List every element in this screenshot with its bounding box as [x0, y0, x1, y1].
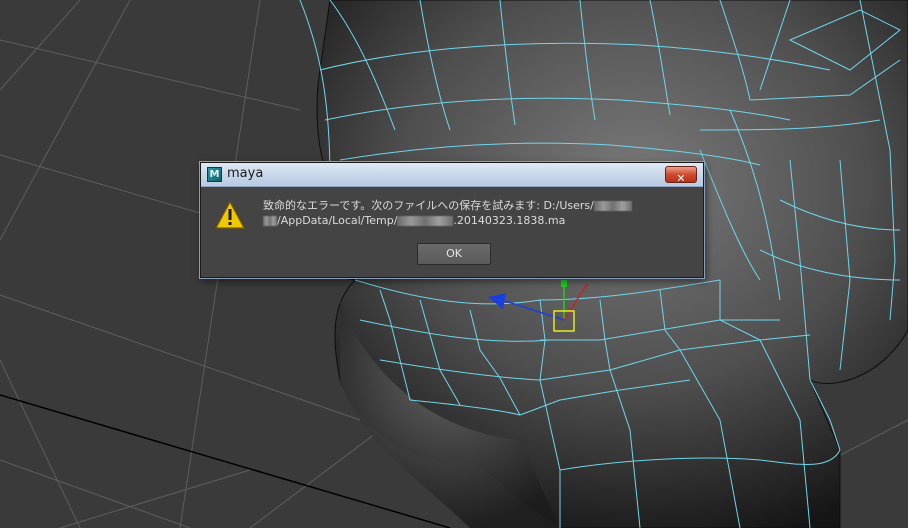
- error-message-line1: 致命的なエラーです。次のファイルへの保存を試みます: D:/Users/: [263, 199, 594, 212]
- error-dialog[interactable]: M maya ✕ 致命的なエラーです。次のファイルへの保存を試みます: D:/U…: [200, 162, 704, 278]
- error-message: 致命的なエラーです。次のファイルへの保存を試みます: D:/Users/ /Ap…: [263, 198, 693, 228]
- dialog-title: maya: [227, 166, 264, 181]
- redacted-username: [263, 216, 277, 226]
- redacted-filename: [397, 216, 454, 226]
- close-button[interactable]: ✕: [665, 166, 697, 185]
- redacted-username: [593, 201, 632, 211]
- close-x-icon: ✕: [676, 172, 686, 185]
- warning-triangle-icon: [215, 201, 245, 229]
- ok-button[interactable]: OK: [417, 243, 491, 265]
- dialog-title-bar[interactable]: M maya ✕: [201, 163, 703, 187]
- maya-app-icon: M: [207, 167, 222, 182]
- error-message-path: /AppData/Local/Temp/: [277, 214, 398, 227]
- error-message-filename-suffix: .20140323.1838.ma: [453, 214, 566, 227]
